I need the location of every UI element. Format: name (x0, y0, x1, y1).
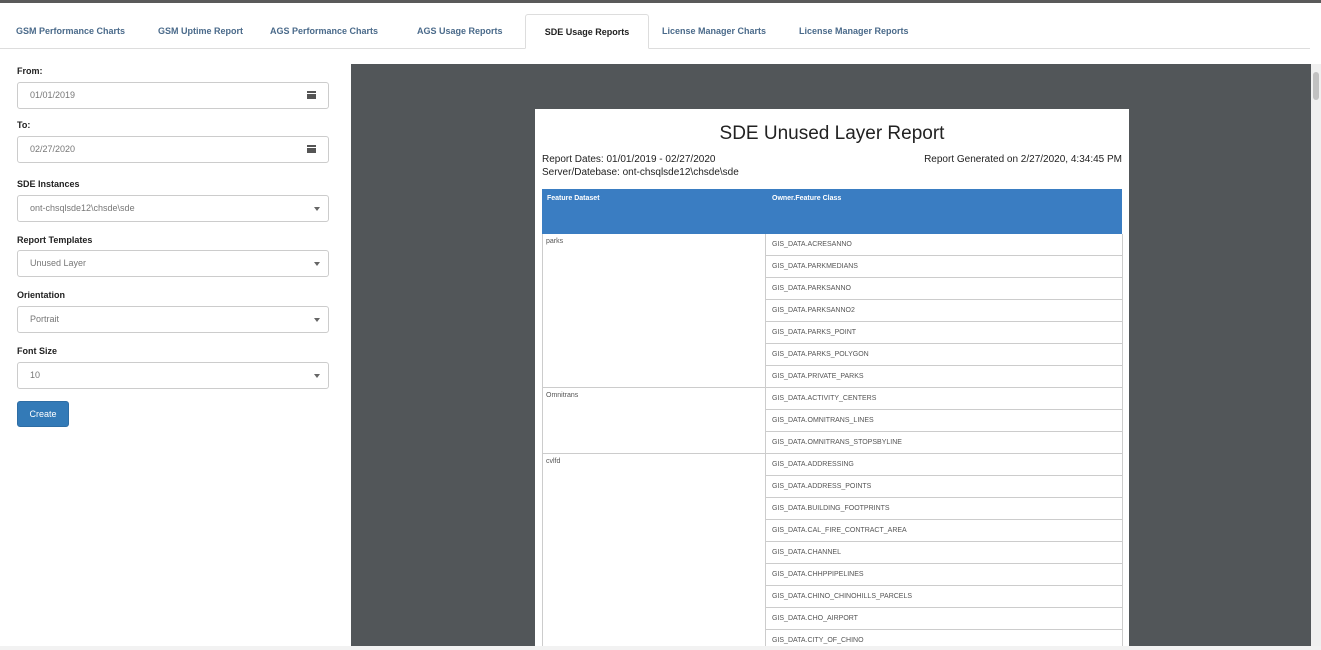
feature-class-cell: GIS_DATA.PARKSANNO2 (766, 300, 1123, 322)
feature-class-cell: GIS_DATA.OMNITRANS_LINES (766, 410, 1123, 432)
column-header-owner-feature-class: Owner.Feature Class (772, 195, 842, 202)
chevron-down-icon (314, 318, 320, 322)
window-bottom-border (0, 646, 1321, 650)
tab-license-manager-reports[interactable]: License Manager Reports (793, 14, 915, 48)
sde-instances-value: ont-chsqlsde12\chsde\sde (30, 203, 135, 213)
tab-gsm-performance-charts[interactable]: GSM Performance Charts (10, 14, 131, 48)
report-templates-select[interactable]: Unused Layer (17, 250, 329, 277)
font-size-value: 10 (30, 370, 41, 380)
sde-instances-select[interactable]: ont-chsqlsde12\chsde\sde (17, 195, 329, 222)
to-date-input[interactable]: 02/27/2020 (17, 136, 329, 163)
sde-instances-label: SDE Instances (17, 179, 80, 189)
tab-bar: GSM Performance Charts GSM Uptime Report… (0, 14, 1310, 49)
feature-class-cell: GIS_DATA.ACRESANNO (766, 234, 1123, 256)
report-generated: Report Generated on 2/27/2020, 4:34:45 P… (924, 154, 1122, 165)
scrollbar-thumb[interactable] (1313, 72, 1319, 100)
column-header-feature-dataset: Feature Dataset (547, 195, 600, 202)
report-server: Server/Datebase: ont-chsqlsde12\chsde\sd… (542, 167, 739, 178)
to-date-value: 02/27/2020 (30, 144, 76, 154)
feature-class-cell: GIS_DATA.PARKS_POINT (766, 322, 1123, 344)
feature-class-cell: GIS_DATA.CHHPPIPELINES (766, 564, 1123, 586)
viewer-scrollbar[interactable] (1311, 64, 1321, 650)
report-table-body: parks Omnitrans cvlfd GIS_DATA.ACRESANNO… (542, 234, 1123, 650)
font-size-label: Font Size (17, 346, 57, 356)
feature-class-cell: GIS_DATA.PARKSANNO (766, 278, 1123, 300)
tab-ags-performance-charts[interactable]: AGS Performance Charts (264, 14, 384, 48)
chevron-down-icon (314, 207, 320, 211)
to-label: To: (17, 120, 31, 130)
orientation-label: Orientation (17, 290, 66, 300)
feature-class-cell: GIS_DATA.BUILDING_FOOTPRINTS (766, 498, 1123, 520)
feature-class-cell: GIS_DATA.PARKS_POLYGON (766, 344, 1123, 366)
tab-sde-usage-reports[interactable]: SDE Usage Reports (525, 14, 649, 49)
dataset-cell: Omnitrans (542, 388, 766, 454)
dataset-cell: parks (542, 234, 766, 388)
feature-class-cell: GIS_DATA.ACTIVITY_CENTERS (766, 388, 1123, 410)
feature-class-cell: GIS_DATA.PRIVATE_PARKS (766, 366, 1123, 388)
tab-ags-usage-reports[interactable]: AGS Usage Reports (411, 14, 509, 48)
feature-class-cell: GIS_DATA.ADDRESSING (766, 454, 1123, 476)
tab-gsm-uptime-report[interactable]: GSM Uptime Report (152, 14, 249, 48)
window-top-border (0, 0, 1321, 3)
table-header: Feature Dataset Owner.Feature Class (542, 189, 1122, 234)
feature-class-cell: GIS_DATA.OMNITRANS_STOPSBYLINE (766, 432, 1123, 454)
calendar-icon[interactable] (307, 91, 316, 99)
from-date-value: 01/01/2019 (30, 90, 76, 100)
orientation-value: Portrait (30, 314, 60, 324)
report-title: SDE Unused Layer Report (719, 123, 945, 144)
feature-class-cell: GIS_DATA.CHO_AIRPORT (766, 608, 1123, 630)
feature-class-cell: GIS_DATA.CHINO_CHINOHILLS_PARCELS (766, 586, 1123, 608)
feature-class-cell: GIS_DATA.CAL_FIRE_CONTRACT_AREA (766, 520, 1123, 542)
report-templates-value: Unused Layer (30, 258, 87, 268)
report-templates-label: Report Templates (17, 235, 93, 245)
report-dates: Report Dates: 01/01/2019 - 02/27/2020 (542, 154, 716, 165)
create-button[interactable]: Create (17, 401, 69, 427)
chevron-down-icon (314, 374, 320, 378)
feature-class-cell: GIS_DATA.ADDRESS_POINTS (766, 476, 1123, 498)
from-label: From: (17, 66, 43, 76)
report-viewer: SDE Unused Layer Report Report Dates: 01… (351, 64, 1311, 650)
feature-class-cell: GIS_DATA.CHANNEL (766, 542, 1123, 564)
orientation-select[interactable]: Portrait (17, 306, 329, 333)
from-date-input[interactable]: 01/01/2019 (17, 82, 329, 109)
feature-class-cell: GIS_DATA.PARKMEDIANS (766, 256, 1123, 278)
report-page: SDE Unused Layer Report Report Dates: 01… (535, 109, 1129, 650)
tab-license-manager-charts[interactable]: License Manager Charts (656, 14, 772, 48)
calendar-icon[interactable] (307, 145, 316, 153)
chevron-down-icon (314, 262, 320, 266)
dataset-cell: cvlfd (542, 454, 766, 650)
font-size-select[interactable]: 10 (17, 362, 329, 389)
